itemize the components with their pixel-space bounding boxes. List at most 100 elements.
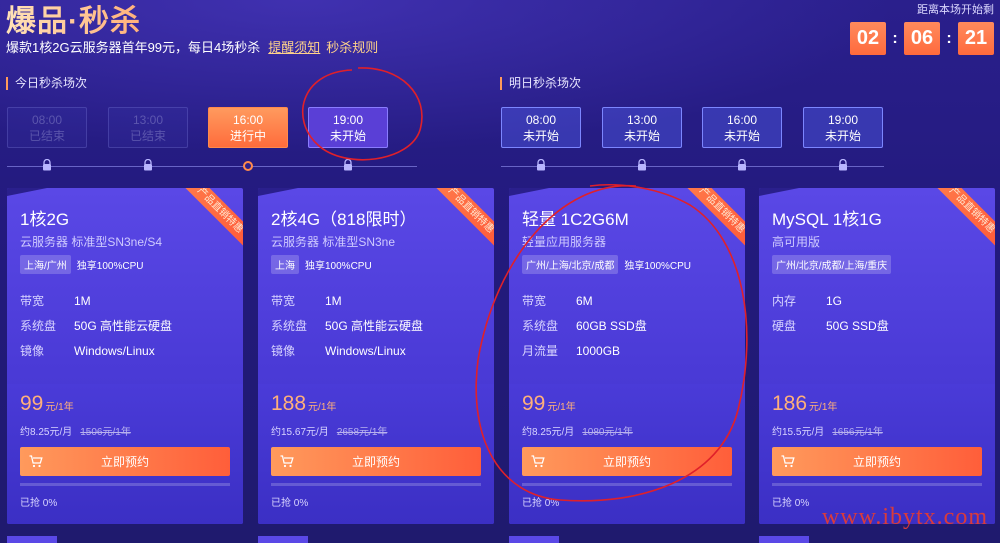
product-card-1c2g: 产品直销特惠 1核2G 云服务器 标准型SN3ne/S4 上海/广州 独享100… — [7, 188, 243, 524]
countdown-label: 距离本场开始剩 — [917, 4, 994, 16]
product-desc: 云服务器 标准型SN3ne — [271, 235, 396, 249]
reserve-button-label: 立即预约 — [852, 455, 901, 469]
next-row-card-edge — [7, 536, 57, 543]
reserve-button-label: 立即预约 — [602, 455, 651, 469]
card-purchase-area: 99 元/1年 约8.25元/月 1080元/1年 立即预约 已抢 0% — [509, 384, 745, 524]
price-unit: 元/1年 — [809, 402, 838, 413]
spec-key: 镜像 — [271, 344, 296, 358]
sold-progress-bar — [20, 483, 230, 486]
monthly-price: 约15.5元/月 — [772, 427, 825, 438]
countdown-separator: : — [946, 29, 952, 47]
sold-progress-bar — [271, 483, 481, 486]
price-detail: 约8.25元/月 1506元/1年 — [20, 423, 131, 438]
price-detail: 约8.25元/月 1080元/1年 — [522, 423, 633, 438]
session-status: 已结束 — [129, 128, 166, 143]
price: 99 元/1年 — [522, 392, 576, 416]
sold-percent: 已抢 0% — [772, 498, 810, 509]
sold-percent: 已抢 0% — [20, 498, 58, 509]
remind-link[interactable]: 提醒须知 — [268, 40, 320, 55]
monthly-price: 约8.25元/月 — [20, 427, 73, 438]
tomorrow-session-1300[interactable]: 13:00 未开始 — [602, 107, 682, 148]
product-tags: 广州/上海/北京/成都 独享100%CPU — [522, 255, 695, 274]
promo-ribbon: 产品直销特惠 — [182, 188, 243, 249]
spec-key: 系统盘 — [522, 319, 559, 333]
spec-row: 系统盘 50G 高性能云硬盘 — [271, 313, 423, 338]
cart-icon — [781, 455, 795, 468]
product-card-2c4g: 产品直销特惠 2核4G（818限时） 云服务器 标准型SN3ne 上海 独享10… — [258, 188, 494, 524]
spec-value: 50G 高性能云硬盘 — [74, 319, 173, 333]
reserve-button-label: 立即预约 — [351, 455, 400, 469]
spec-key: 带宽 — [20, 294, 45, 308]
session-time: 19:00 — [332, 112, 364, 127]
session-status: 未开始 — [522, 128, 559, 143]
spec-key: 系统盘 — [20, 319, 57, 333]
product-card-mysql: 产品直销特惠 MySQL 1核1G 高可用版 广州/北京/成都/上海/重庆 内存… — [759, 188, 995, 524]
spec-key: 系统盘 — [271, 319, 308, 333]
promo-ribbon: 产品直销特惠 — [684, 188, 745, 249]
next-row-card-edge — [258, 536, 308, 543]
price-number: 99 — [522, 392, 546, 415]
session-status: 未开始 — [723, 128, 760, 143]
session-time: 19:00 — [827, 112, 859, 127]
spec-row: 镜像 Windows/Linux — [271, 338, 423, 363]
sold-progress-bar — [522, 483, 732, 486]
countdown-seconds: 21 — [958, 22, 994, 55]
session-time: 16:00 — [232, 112, 264, 127]
original-price: 1656元/1年 — [832, 427, 883, 438]
region-tag: 上海 — [271, 255, 299, 274]
spec-value: 1G — [826, 293, 843, 308]
product-tags: 广州/北京/成都/上海/重庆 — [772, 255, 892, 274]
session-time: 13:00 — [132, 112, 164, 127]
monthly-price: 约8.25元/月 — [522, 427, 575, 438]
spec-value: 1M — [325, 293, 342, 308]
product-tags: 上海/广州 独享100%CPU — [20, 255, 147, 274]
session-time: 16:00 — [726, 112, 758, 127]
today-session-0800[interactable]: 08:00 已结束 — [7, 107, 87, 148]
spec-value: 1000GB — [576, 343, 621, 358]
today-session-1300[interactable]: 13:00 已结束 — [108, 107, 188, 148]
tomorrow-sessions-label: 明日秒杀场次 — [500, 77, 581, 90]
product-card-lighthouse: 产品直销特惠 轻量 1C2G6M 轻量应用服务器 广州/上海/北京/成都 独享1… — [509, 188, 745, 524]
reserve-button[interactable]: 立即预约 — [772, 447, 982, 476]
session-time: 08:00 — [525, 112, 557, 127]
today-session-1900[interactable]: 19:00 未开始 — [308, 107, 388, 148]
session-status: 未开始 — [824, 128, 861, 143]
reserve-button[interactable]: 立即预约 — [20, 447, 230, 476]
tomorrow-timeline — [501, 166, 884, 167]
page-title: 爆品·秒杀 — [6, 0, 141, 40]
spec-row: 月流量 1000GB — [522, 338, 647, 363]
spec-key: 月流量 — [522, 344, 559, 358]
region-tag: 广州/上海/北京/成都 — [522, 255, 619, 274]
region-tag: 广州/北京/成都/上海/重庆 — [772, 255, 892, 274]
cart-icon — [29, 455, 43, 468]
today-timeline — [7, 166, 417, 167]
spec-row: 系统盘 50G 高性能云硬盘 — [20, 313, 172, 338]
session-status: 已结束 — [28, 128, 65, 143]
lock-icon — [636, 159, 648, 171]
session-status: 未开始 — [329, 128, 366, 143]
spec-row: 镜像 Windows/Linux — [20, 338, 172, 363]
session-time: 08:00 — [31, 112, 63, 127]
tomorrow-session-1900[interactable]: 19:00 未开始 — [803, 107, 883, 148]
rules-link[interactable]: 秒杀规则 — [326, 40, 378, 55]
reserve-button[interactable]: 立即预约 — [271, 447, 481, 476]
session-status: 进行中 — [229, 128, 266, 143]
spec-list: 带宽 6M 系统盘 60GB SSD盘 月流量 1000GB — [522, 288, 647, 363]
tomorrow-session-1600[interactable]: 16:00 未开始 — [702, 107, 782, 148]
today-session-1600[interactable]: 16:00 进行中 — [208, 107, 288, 148]
spec-key: 硬盘 — [772, 319, 797, 333]
spec-key: 内存 — [772, 294, 797, 308]
spec-row: 带宽 1M — [20, 288, 172, 313]
cpu-tag: 独享100%CPU — [624, 261, 692, 272]
promo-ribbon: 产品直销特惠 — [934, 188, 995, 249]
reserve-button[interactable]: 立即预约 — [522, 447, 732, 476]
cart-icon — [280, 455, 294, 468]
tomorrow-session-0800[interactable]: 08:00 未开始 — [501, 107, 581, 148]
product-desc: 轻量应用服务器 — [522, 235, 607, 249]
card-purchase-area: 186 元/1年 约15.5元/月 1656元/1年 立即预约 已抢 0% — [759, 384, 995, 524]
session-status: 未开始 — [623, 128, 660, 143]
promo-ribbon: 产品直销特惠 — [433, 188, 494, 249]
price-unit: 元/1年 — [308, 402, 337, 413]
cart-icon — [531, 455, 545, 468]
product-name: 轻量 1C2G6M — [522, 210, 629, 229]
